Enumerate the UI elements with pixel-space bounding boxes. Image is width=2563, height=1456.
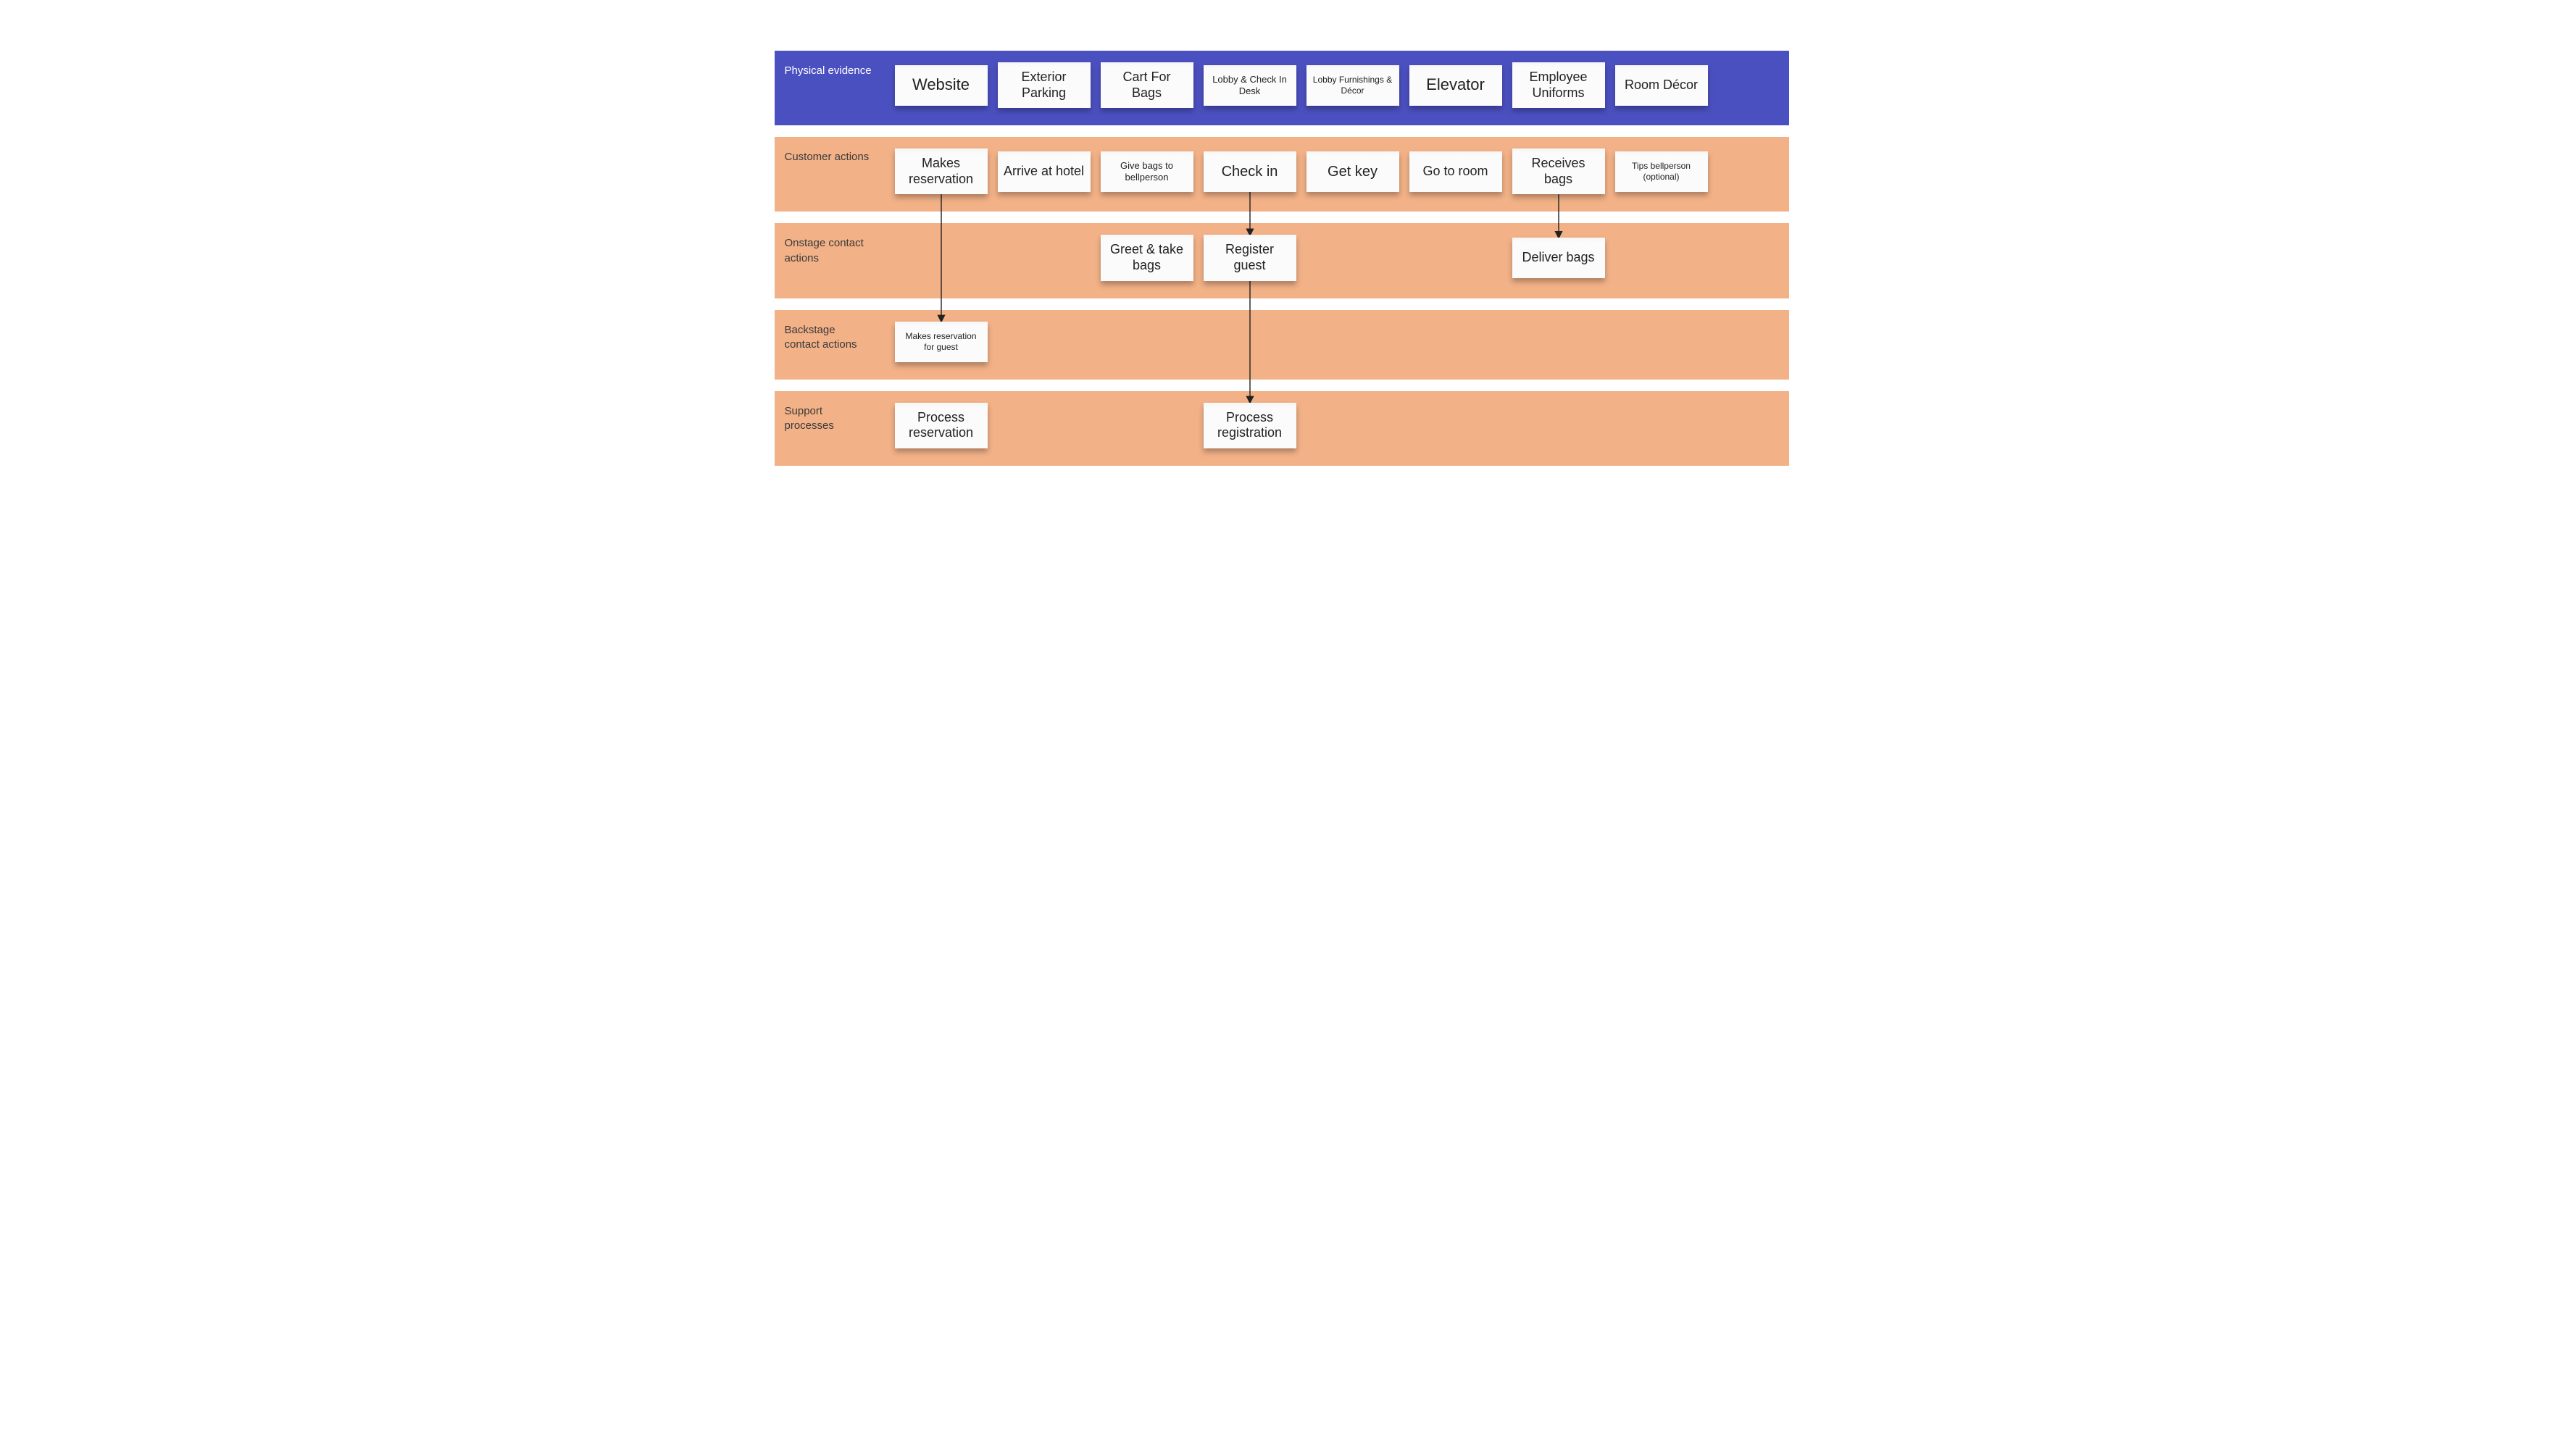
card-greet-take-bags[interactable]: Greet & take bags <box>1101 235 1193 280</box>
card-exterior-parking[interactable]: Exterior Parking <box>998 62 1091 108</box>
lane-customer-actions: Customer actions Makes reservation Arriv… <box>775 137 1789 212</box>
empty-slot <box>1615 238 1708 278</box>
card-register-guest[interactable]: Register guest <box>1204 235 1296 280</box>
empty-slot <box>998 405 1091 445</box>
lane-physical-evidence: Physical evidence Website Exterior Parki… <box>775 51 1789 125</box>
card-lobby-checkin-desk[interactable]: Lobby & Check In Desk <box>1204 65 1296 106</box>
lane-support-processes: Support processes Process reservation Pr… <box>775 391 1789 466</box>
card-website[interactable]: Website <box>895 65 988 106</box>
card-process-registration[interactable]: Process registration <box>1204 403 1296 448</box>
empty-slot <box>1409 322 1502 362</box>
card-makes-reservation-for-guest[interactable]: Makes reservation for guest <box>895 322 988 362</box>
lane-body: Greet & take bags Register guest Deliver… <box>883 223 1789 298</box>
lane-onstage-contact-actions: Onstage contact actions Greet & take bag… <box>775 223 1789 298</box>
lane-label: Backstage contact actions <box>775 310 883 353</box>
empty-slot <box>895 238 988 278</box>
card-cart-for-bags[interactable]: Cart For Bags <box>1101 62 1193 108</box>
empty-slot <box>1512 405 1605 445</box>
lane-label: Customer actions <box>775 137 883 164</box>
card-makes-reservation[interactable]: Makes reservation <box>895 148 988 194</box>
empty-slot <box>1409 405 1502 445</box>
card-arrive-at-hotel[interactable]: Arrive at hotel <box>998 151 1091 192</box>
lane-label: Onstage contact actions <box>775 223 883 266</box>
card-employee-uniforms[interactable]: Employee Uniforms <box>1512 62 1605 108</box>
empty-slot <box>1306 322 1399 362</box>
lane-backstage-contact-actions: Backstage contact actions Makes reservat… <box>775 310 1789 380</box>
empty-slot <box>1512 322 1605 362</box>
lane-body: Makes reservation Arrive at hotel Give b… <box>883 137 1789 212</box>
empty-slot <box>1615 405 1708 445</box>
empty-slot <box>1306 238 1399 278</box>
card-receives-bags[interactable]: Receives bags <box>1512 148 1605 194</box>
empty-slot <box>1204 322 1296 362</box>
card-lobby-furnishings-decor[interactable]: Lobby Furnishings & Décor <box>1306 65 1399 106</box>
empty-slot <box>1101 322 1193 362</box>
empty-slot <box>1306 405 1399 445</box>
service-blueprint: Physical evidence Website Exterior Parki… <box>775 51 1789 466</box>
empty-slot <box>1101 405 1193 445</box>
lane-label: Support processes <box>775 391 883 434</box>
card-process-reservation[interactable]: Process reservation <box>895 403 988 448</box>
card-elevator[interactable]: Elevator <box>1409 65 1502 106</box>
card-get-key[interactable]: Get key <box>1306 151 1399 192</box>
lane-body: Makes reservation for guest <box>883 310 1789 380</box>
empty-slot <box>998 322 1091 362</box>
lane-body: Process reservation Process registration <box>883 391 1789 466</box>
card-tips-bellperson[interactable]: Tips bellperson (optional) <box>1615 151 1708 192</box>
empty-slot <box>1615 322 1708 362</box>
card-deliver-bags[interactable]: Deliver bags <box>1512 238 1605 278</box>
card-room-decor[interactable]: Room Décor <box>1615 65 1708 106</box>
card-go-to-room[interactable]: Go to room <box>1409 151 1502 192</box>
empty-slot <box>1409 238 1502 278</box>
empty-slot <box>998 238 1091 278</box>
card-check-in[interactable]: Check in <box>1204 151 1296 192</box>
lane-body: Website Exterior Parking Cart For Bags L… <box>883 51 1789 125</box>
card-give-bags-to-bellperson[interactable]: Give bags to bellperson <box>1101 151 1193 192</box>
lane-label: Physical evidence <box>775 51 883 78</box>
